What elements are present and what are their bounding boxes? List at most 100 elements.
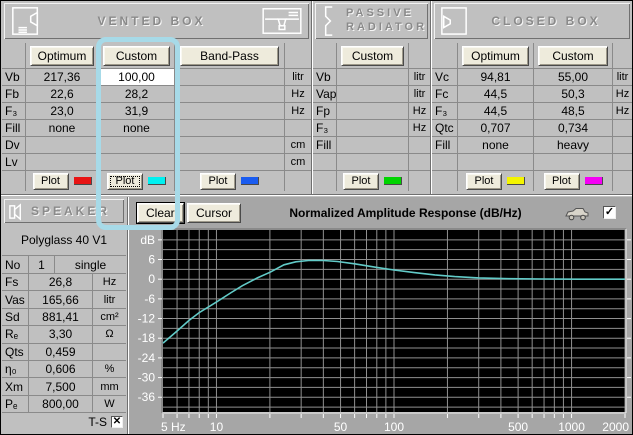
svg-text:10: 10 bbox=[210, 420, 224, 434]
custom-value-cell[interactable]: 48,5 bbox=[534, 103, 613, 120]
vented-box-icon bbox=[10, 5, 42, 37]
unit-cell: cm bbox=[285, 137, 311, 154]
unit-cell: cm² bbox=[93, 309, 126, 327]
optimum-value-cell: 217,36 bbox=[26, 69, 99, 86]
speaker-mode-cell[interactable]: single bbox=[55, 256, 126, 274]
unit-corner-cell bbox=[409, 43, 430, 69]
unit-corner-cell bbox=[613, 43, 632, 69]
custom-value-cell[interactable] bbox=[99, 137, 175, 154]
bandpass-button[interactable]: Band-Pass bbox=[180, 45, 279, 66]
plot-button-vented-custom[interactable]: Plot bbox=[107, 172, 143, 190]
parameter-value-cell: 26,8 bbox=[29, 274, 93, 292]
clear-button[interactable]: Clear bbox=[137, 203, 184, 223]
optimum-button[interactable]: Optimum bbox=[461, 45, 530, 66]
cursor-button[interactable]: Cursor bbox=[187, 203, 242, 223]
custom-value-cell[interactable]: none bbox=[99, 120, 175, 137]
row-label bbox=[432, 154, 458, 171]
svg-text:-6: -6 bbox=[144, 292, 155, 306]
unit-cell: litr bbox=[409, 69, 430, 86]
svg-text:5 Hz: 5 Hz bbox=[161, 420, 186, 434]
closed-column-header-row: Optimum Custom bbox=[432, 43, 632, 69]
svg-text:50: 50 bbox=[334, 420, 348, 434]
row-label: Qtc bbox=[432, 120, 458, 137]
table-row: Vas 165,66 litr bbox=[2, 291, 126, 309]
svg-text:2000: 2000 bbox=[602, 420, 629, 434]
amplitude-response-plot[interactable]: dB 6 0 -6 -12 -18 -24 -30 -36 5 Hz 10 50 100 500 1000 2… bbox=[129, 197, 632, 435]
custom-value-cell[interactable] bbox=[337, 137, 409, 154]
custom-button[interactable]: Custom bbox=[340, 45, 405, 66]
custom-value-cell[interactable]: 100,00 bbox=[99, 69, 175, 86]
closed-box-title: CLOSED BOX bbox=[491, 14, 601, 28]
svg-text:500: 500 bbox=[508, 420, 528, 434]
custom-value-cell[interactable]: 28,2 bbox=[99, 86, 175, 103]
corner-cell bbox=[432, 43, 458, 69]
table-row: Fill bbox=[313, 137, 430, 154]
panel-speaker: SPEAKER Polyglass 40 V1 No 1 single Fs 2… bbox=[2, 197, 126, 434]
custom-value-cell[interactable] bbox=[534, 154, 613, 171]
empty-cell bbox=[313, 171, 337, 191]
chart-title: Normalized Amplitude Response (dB/Hz) bbox=[289, 206, 522, 220]
chart-checkbox[interactable]: ✓ bbox=[603, 206, 616, 219]
unit-cell: Hz bbox=[93, 274, 126, 292]
custom-value-cell[interactable]: 50,3 bbox=[534, 86, 613, 103]
custom-button[interactable]: Custom bbox=[102, 45, 171, 66]
plot-button-bandpass[interactable]: Plot bbox=[200, 172, 236, 190]
table-row: Fp Hz bbox=[313, 103, 430, 120]
empty-cell bbox=[285, 171, 311, 191]
bandpass-value-cell bbox=[175, 120, 285, 137]
plot-button-closed-optimum[interactable]: Plot bbox=[466, 172, 502, 190]
custom-value-cell[interactable]: 55,00 bbox=[534, 69, 613, 86]
optimum-value-cell: 44,5 bbox=[458, 103, 534, 120]
unit-cell: Hz bbox=[613, 86, 632, 103]
empty-cell bbox=[613, 171, 632, 191]
row-label: Qts bbox=[2, 343, 29, 361]
svg-text:-30: -30 bbox=[138, 371, 156, 385]
empty-cell bbox=[2, 171, 26, 191]
custom-value-cell[interactable] bbox=[99, 154, 175, 171]
passive-plot-row: Plot bbox=[313, 171, 430, 191]
plot-button-vented-optimum[interactable]: Plot bbox=[32, 172, 69, 190]
plot-button-closed-custom[interactable]: Plot bbox=[543, 172, 580, 190]
table-row: F₃ 23,0 31,9 Hz bbox=[2, 103, 311, 120]
optimum-button[interactable]: Optimum bbox=[29, 45, 95, 66]
empty-cell bbox=[432, 171, 458, 191]
plot-button-passive[interactable]: Plot bbox=[343, 172, 379, 190]
table-row: Fill none heavy bbox=[432, 137, 632, 154]
custom-value-cell[interactable] bbox=[337, 103, 409, 120]
table-row: Qtc 0,707 0,734 bbox=[432, 120, 632, 137]
custom-value-cell[interactable] bbox=[337, 120, 409, 137]
custom-button[interactable]: Custom bbox=[537, 45, 609, 66]
custom-value-cell[interactable]: 0,734 bbox=[534, 120, 613, 137]
vented-column-header-row: Optimum Custom Band-Pass bbox=[2, 43, 311, 69]
optimum-value-cell: 22,6 bbox=[26, 86, 99, 103]
speaker-number-cell[interactable]: 1 bbox=[29, 256, 55, 274]
parameter-value-cell: 0,606 bbox=[29, 360, 93, 379]
custom-value-cell[interactable] bbox=[337, 69, 409, 86]
custom-column-cell: Custom bbox=[99, 43, 175, 69]
plot-cell-custom: Plot bbox=[99, 171, 175, 191]
passive-radiator-icon bbox=[321, 5, 336, 37]
row-label: Sd bbox=[2, 308, 29, 327]
closed-box-header: CLOSED BOX bbox=[434, 3, 630, 39]
plot-color-swatch bbox=[73, 177, 92, 185]
svg-text:-36: -36 bbox=[138, 390, 156, 404]
custom-value-cell[interactable] bbox=[337, 154, 409, 171]
corner-cell bbox=[313, 43, 337, 69]
custom-column-cell: Custom bbox=[337, 43, 409, 69]
vented-plot-row: Plot Plot Plot bbox=[2, 171, 311, 191]
custom-value-cell[interactable] bbox=[337, 86, 409, 103]
parameter-value-cell: 7,500 bbox=[29, 378, 93, 396]
plot-color-swatch bbox=[584, 177, 603, 185]
speaker-no-row: No 1 single bbox=[2, 256, 126, 274]
row-label: No bbox=[2, 256, 29, 274]
speaker-name[interactable]: Polyglass 40 V1 bbox=[2, 225, 126, 256]
row-label: Pₑ bbox=[2, 395, 29, 414]
custom-value-cell[interactable]: 31,9 bbox=[99, 103, 175, 120]
table-row: Fs 26,8 Hz bbox=[2, 274, 126, 292]
custom-value-cell[interactable]: heavy bbox=[534, 137, 613, 154]
plot-cell-bandpass: Plot bbox=[175, 171, 285, 191]
unit-cell bbox=[613, 120, 632, 137]
plot-color-swatch bbox=[148, 177, 166, 185]
ts-checkbox[interactable]: ✕ bbox=[111, 415, 123, 428]
vented-box-title: VENTED BOX bbox=[97, 14, 206, 28]
